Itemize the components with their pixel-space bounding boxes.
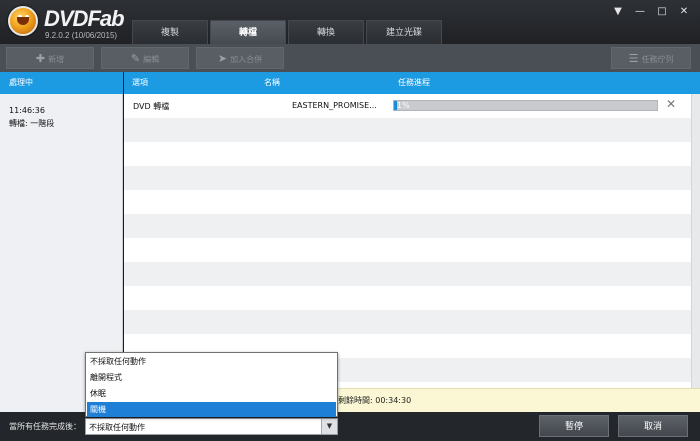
queue-label: 任務佇列 <box>641 55 674 64</box>
pause-button[interactable]: 暫停 <box>539 415 609 437</box>
after-completion-value: 不採取任何動作 <box>89 423 145 432</box>
remove-task-icon[interactable]: ✕ <box>666 97 676 111</box>
task-list-scrollbar[interactable] <box>691 94 700 388</box>
column-name[interactable]: 名稱 <box>264 72 280 94</box>
option-hibernate[interactable]: 休眠 <box>87 386 336 401</box>
after-completion-label: 當所有任務完成後： <box>9 422 81 431</box>
empty-row <box>124 166 691 190</box>
window-controls: ▼ — □ ✕ <box>612 6 690 18</box>
tab-copy[interactable]: 複製 <box>132 20 208 44</box>
column-progress[interactable]: 任務進程 <box>398 72 430 94</box>
processing-header: 處理中 <box>0 72 123 94</box>
tab-creator[interactable]: 建立光碟 <box>366 20 442 44</box>
minimize-icon[interactable]: — <box>634 6 646 18</box>
processing-stage: 轉檔: 一階段 <box>9 119 55 128</box>
tab-ripper[interactable]: 轉檔 <box>210 20 286 44</box>
processing-header-label: 處理中 <box>9 78 33 87</box>
cancel-button[interactable]: 取消 <box>618 415 688 437</box>
column-option[interactable]: 選項 <box>132 72 148 94</box>
tab-converter[interactable]: 轉換 <box>288 20 364 44</box>
empty-row <box>124 190 691 214</box>
empty-row <box>124 286 691 310</box>
remaining-time: 剩餘時間: 00:34:30 <box>338 395 411 406</box>
plus-icon: ✚ <box>35 52 46 65</box>
task-progress-bar: 1% <box>393 100 658 111</box>
edit-icon: ✎ <box>130 52 141 65</box>
task-list-header: 選項 名稱 任務進程 <box>124 72 691 94</box>
app-name: DVDFab <box>44 6 125 31</box>
chevron-down-icon[interactable]: ▼ <box>321 419 337 434</box>
empty-row <box>124 118 691 142</box>
remaining-time-value: 00:34:30 <box>375 396 412 405</box>
task-name: EASTERN_PROMISE... <box>292 101 377 110</box>
main-tabs: 複製 轉檔 轉換 建立光碟 <box>132 20 442 44</box>
empty-row <box>124 310 691 334</box>
toolbar: ✚ 新增 ✎ 編輯 ➤ 加入合併 ☰ 任務佇列 <box>0 44 700 72</box>
empty-row <box>124 214 691 238</box>
table-row[interactable]: DVD 轉檔 EASTERN_PROMISE... 1% ✕ <box>124 94 691 118</box>
edit-label: 編輯 <box>143 55 160 64</box>
queue-button[interactable]: ☰ 任務佇列 <box>611 47 691 69</box>
list-icon: ☰ <box>628 52 639 65</box>
app-version: 9.2.0.2 (10/06/2015) <box>45 31 118 40</box>
header-filler <box>691 72 700 94</box>
option-no-action[interactable]: 不採取任何動作 <box>87 354 336 369</box>
processing-time: 11:46:36 <box>9 106 45 115</box>
option-exit-program[interactable]: 離開程式 <box>87 370 336 385</box>
after-completion-dropdown: 不採取任何動作 離開程式 休眠 關機 <box>85 352 338 417</box>
merge-arrow-icon: ➤ <box>217 52 228 65</box>
add-label: 新增 <box>48 55 65 64</box>
remaining-time-label: 剩餘時間: <box>338 396 373 405</box>
empty-row <box>124 238 691 262</box>
join-button[interactable]: ➤ 加入合併 <box>196 47 284 69</box>
task-progress-label: 1% <box>397 101 410 110</box>
title-bar: DVDFab 9.2.0.2 (10/06/2015) 複製 轉檔 轉換 建立光… <box>0 0 700 44</box>
maximize-icon[interactable]: □ <box>656 6 668 18</box>
option-shutdown[interactable]: 關機 <box>87 402 336 417</box>
close-icon[interactable]: ✕ <box>678 6 690 18</box>
edit-button[interactable]: ✎ 編輯 <box>101 47 189 69</box>
empty-row <box>124 142 691 166</box>
task-option: DVD 轉檔 <box>133 102 170 111</box>
task-list: DVD 轉檔 EASTERN_PROMISE... 1% ✕ <box>124 94 691 388</box>
menu-icon[interactable]: ▼ <box>612 6 624 18</box>
after-completion-select[interactable]: 不採取任何動作 ▼ <box>85 418 338 435</box>
join-label: 加入合併 <box>230 55 263 64</box>
add-button[interactable]: ✚ 新增 <box>6 47 94 69</box>
dvdfab-logo-icon <box>8 6 38 36</box>
empty-row <box>124 262 691 286</box>
